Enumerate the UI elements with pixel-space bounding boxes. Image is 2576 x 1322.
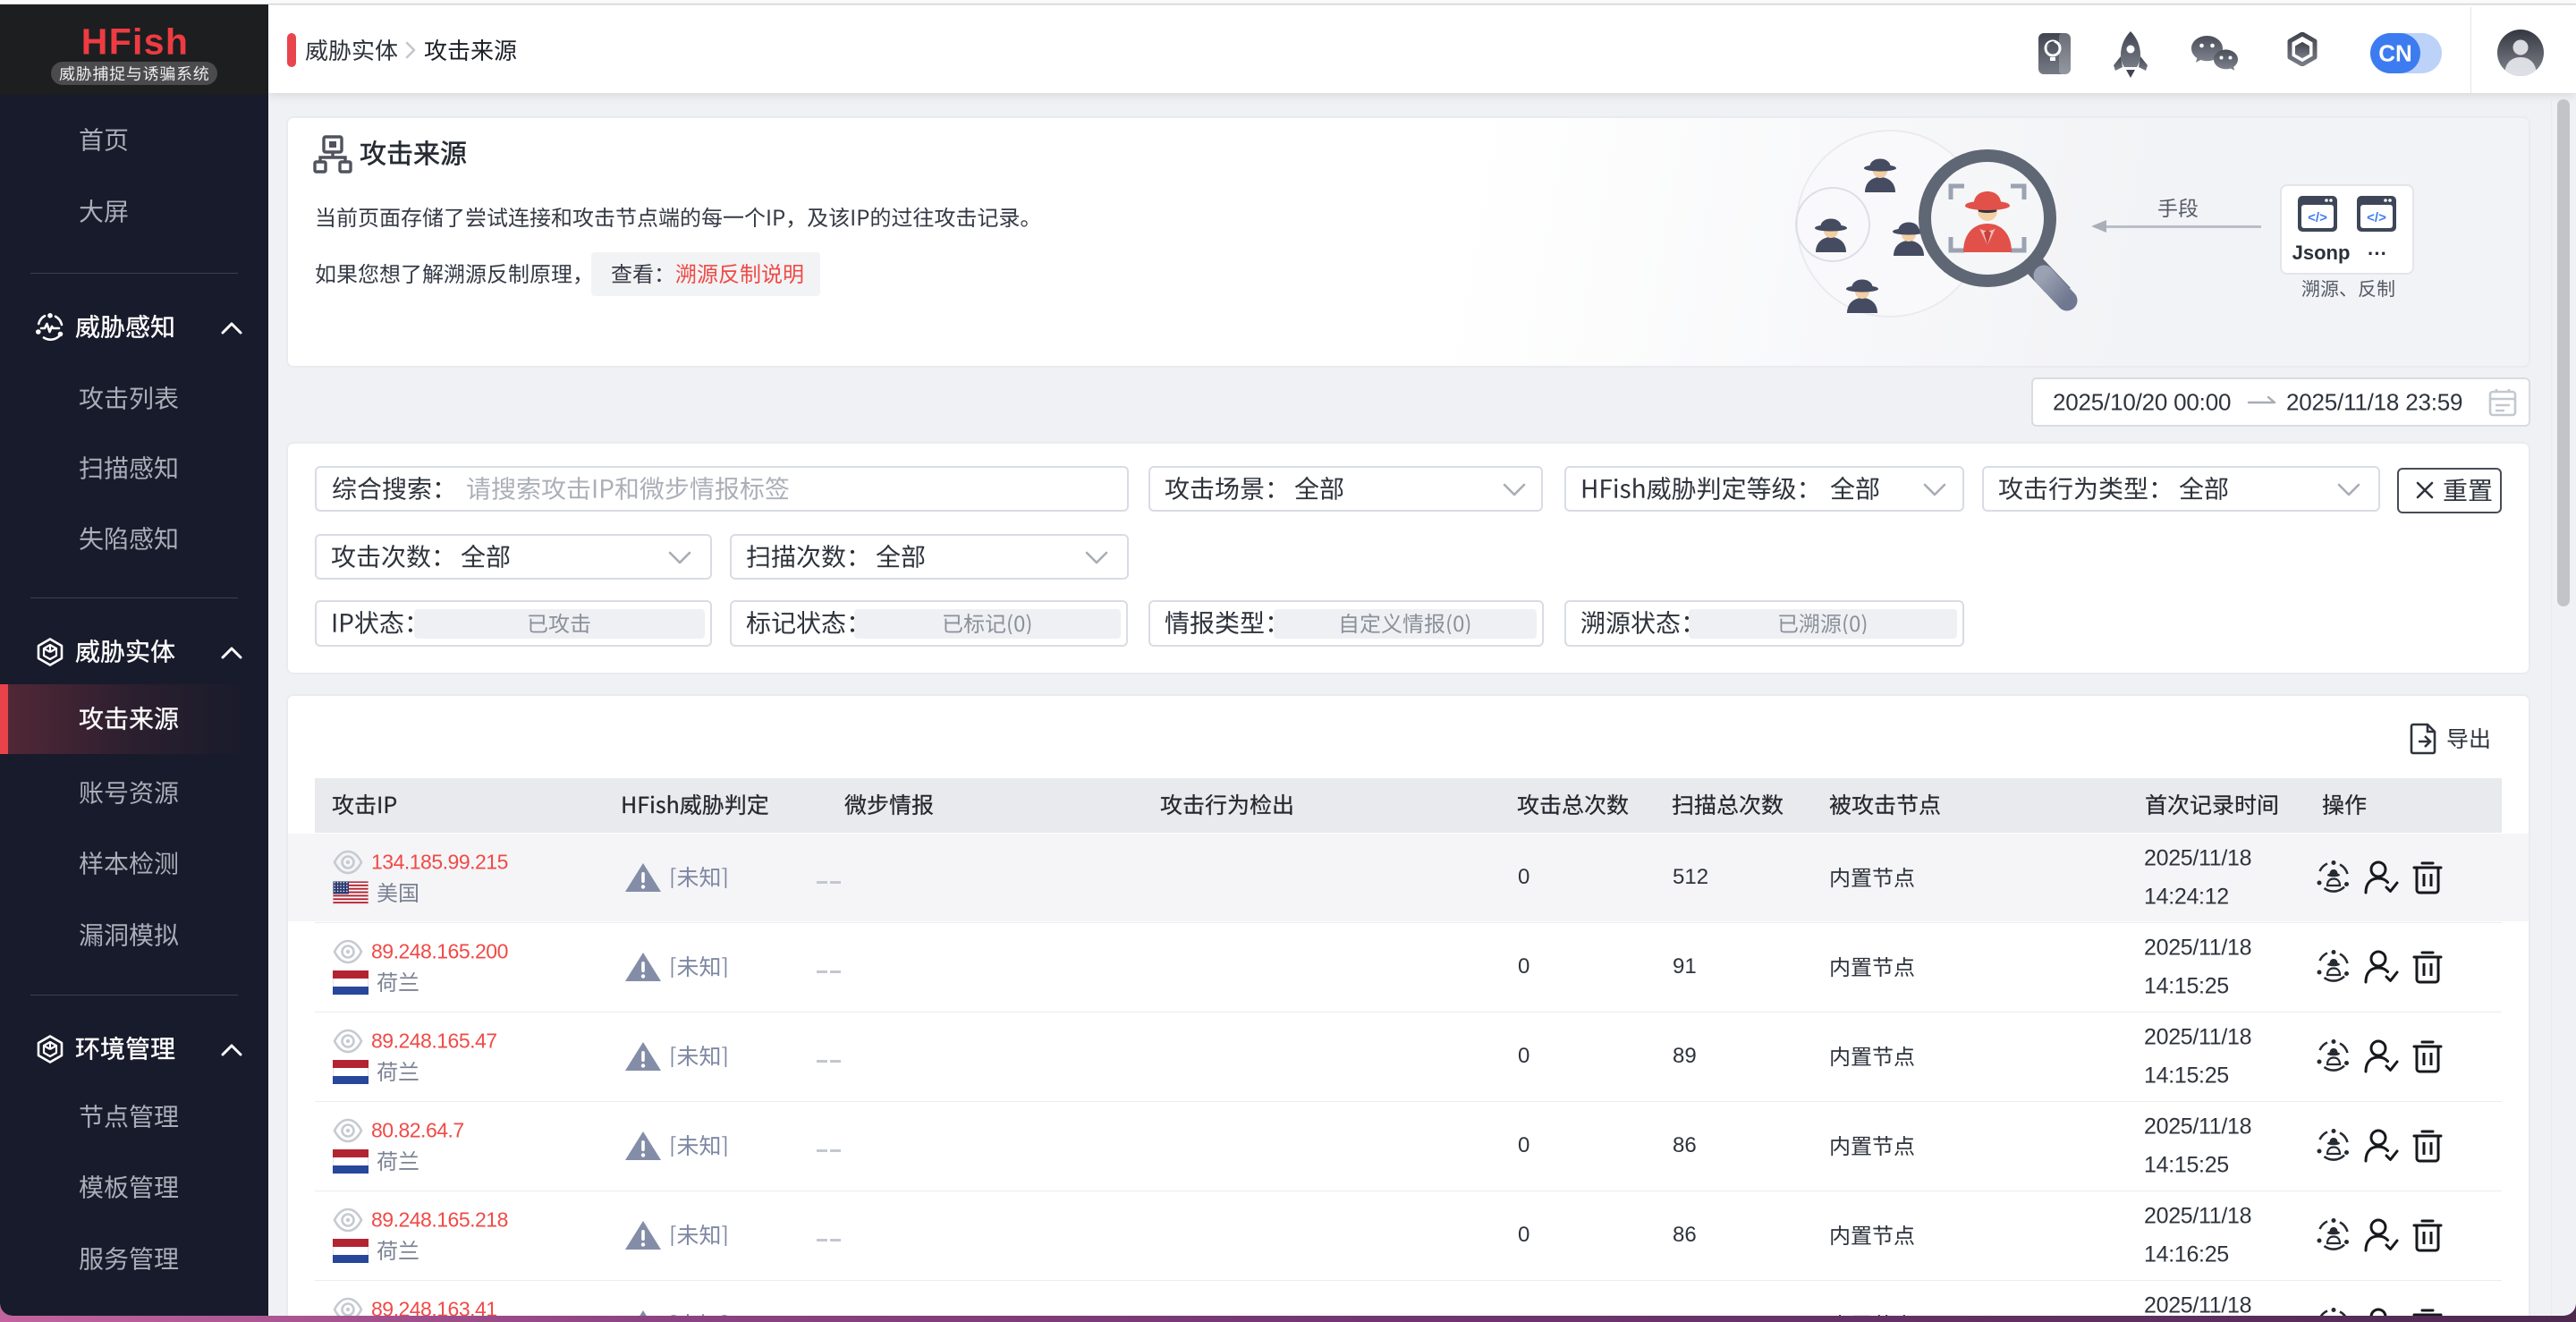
svg-text:</>: </> xyxy=(2367,210,2386,225)
svg-text:</>: </> xyxy=(2308,210,2327,225)
